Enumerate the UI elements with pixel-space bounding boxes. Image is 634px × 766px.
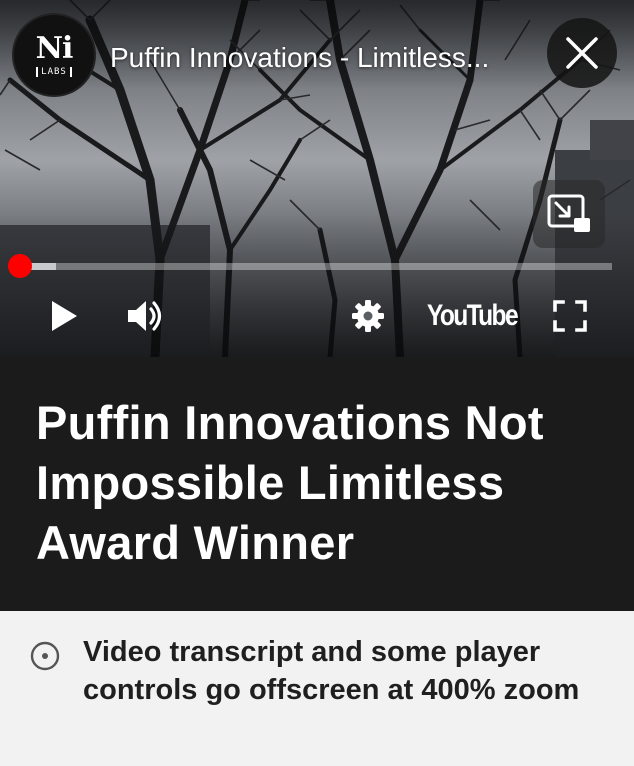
note-text: Video transcript and some player control…	[83, 636, 580, 706]
progress-bar[interactable]	[20, 263, 612, 270]
fullscreen-button[interactable]	[548, 294, 592, 338]
miniplayer-icon	[547, 194, 590, 232]
settings-button[interactable]	[348, 296, 388, 336]
progress-handle[interactable]	[8, 254, 32, 278]
video-title[interactable]: Puffin Innovations - Limitless...	[110, 40, 530, 76]
youtube-button[interactable]: YouTube	[420, 294, 524, 338]
close-button[interactable]	[547, 18, 617, 88]
play-button[interactable]	[44, 296, 84, 336]
title-panel: Puffin Innovations Not Impossible Limitl…	[0, 357, 634, 611]
volume-button[interactable]	[124, 294, 168, 338]
gear-icon	[352, 300, 384, 332]
channel-logo[interactable]: Ni LABS	[12, 13, 96, 97]
video-player[interactable]: Ni LABS Puffin Innovations - Limitless..…	[0, 0, 634, 357]
accessibility-note: Video transcript and some player control…	[0, 611, 634, 766]
fullscreen-icon	[553, 300, 587, 332]
info-circle-icon	[30, 641, 60, 671]
play-icon	[52, 301, 77, 331]
close-icon	[566, 37, 598, 69]
volume-icon	[128, 301, 162, 331]
channel-logo-main: Ni	[35, 30, 74, 66]
miniplayer-button[interactable]	[533, 180, 605, 248]
youtube-label: YouTube	[426, 299, 519, 332]
channel-logo-sub: LABS	[36, 66, 72, 77]
page-title: Puffin Innovations Not Impossible Limitl…	[36, 396, 544, 569]
